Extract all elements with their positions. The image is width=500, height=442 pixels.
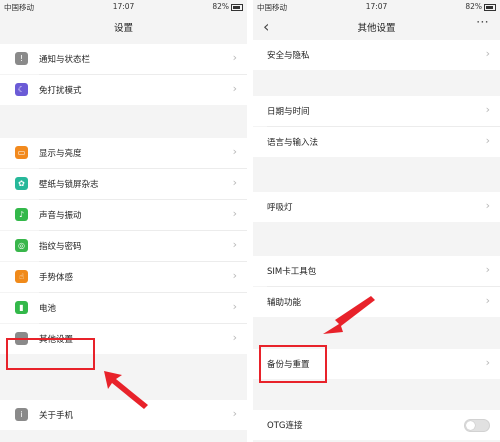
settings-item-label: 辅助功能 bbox=[267, 298, 302, 308]
chevron-right-icon: › bbox=[485, 103, 490, 116]
display-icon: ▭ bbox=[15, 146, 28, 159]
settings-item-label: 壁纸与锁屏杂志 bbox=[39, 180, 99, 190]
settings-item-breathing-light[interactable]: 呼吸灯 › bbox=[253, 192, 500, 222]
chevron-right-icon: › bbox=[485, 263, 490, 276]
status-time: 17:07 bbox=[365, 2, 388, 11]
settings-item-date-time[interactable]: 日期与时间 › bbox=[253, 96, 500, 126]
otg-toggle[interactable] bbox=[464, 419, 490, 432]
settings-item-language[interactable]: 语言与输入法 › bbox=[253, 127, 500, 157]
chevron-right-icon: › bbox=[232, 331, 237, 344]
settings-item-otg[interactable]: OTG连接 bbox=[253, 410, 500, 440]
highlight-box bbox=[6, 338, 95, 370]
settings-item-label: 通知与状态栏 bbox=[39, 55, 91, 65]
settings-item-battery[interactable]: ▮ 电池 › bbox=[0, 293, 247, 323]
settings-item-notification[interactable]: ! 通知与状态栏 › bbox=[0, 44, 247, 74]
chevron-right-icon: › bbox=[232, 176, 237, 189]
settings-item-label: 电池 bbox=[39, 304, 57, 314]
chevron-right-icon: › bbox=[485, 47, 490, 60]
red-arrow-icon bbox=[323, 296, 375, 334]
highlight-box bbox=[259, 345, 327, 383]
chevron-right-icon: › bbox=[232, 207, 237, 220]
battery-status: 82% bbox=[212, 2, 243, 11]
chevron-right-icon: › bbox=[485, 356, 490, 369]
chevron-right-icon: › bbox=[232, 269, 237, 282]
settings-item-label: 声音与振动 bbox=[39, 211, 82, 221]
settings-item-label: 免打扰模式 bbox=[39, 86, 82, 96]
sound-icon: ♪ bbox=[15, 208, 28, 221]
status-bar: 中国移动 17:07 82% bbox=[253, 0, 500, 13]
settings-item-label: 呼吸灯 bbox=[267, 203, 293, 213]
settings-header: 设置 bbox=[0, 13, 247, 41]
battery-percent: 82% bbox=[465, 2, 482, 11]
info-icon: i bbox=[15, 408, 28, 421]
page-title: 其他设置 bbox=[357, 23, 396, 34]
settings-item-dnd[interactable]: ☾ 免打扰模式 › bbox=[0, 75, 247, 105]
notification-icon: ! bbox=[15, 52, 28, 65]
status-bar: 中国移动 17:07 82% bbox=[0, 0, 247, 13]
other-settings-header: ‹ 其他设置 ⋯ bbox=[253, 13, 500, 41]
settings-item-label: 日期与时间 bbox=[267, 107, 310, 117]
battery-percent: 82% bbox=[212, 2, 229, 11]
chevron-right-icon: › bbox=[232, 407, 237, 420]
settings-item-fingerprint[interactable]: ◎ 指纹与密码 › bbox=[0, 231, 247, 261]
moon-icon: ☾ bbox=[15, 83, 28, 96]
other-settings-screen: 中国移动 17:07 82% ‹ 其他设置 ⋯ 安全与隐私 › 日期与时间 › … bbox=[253, 0, 500, 442]
settings-item-security[interactable]: 安全与隐私 › bbox=[253, 40, 500, 70]
battery-status: 82% bbox=[465, 2, 496, 11]
overflow-menu-icon[interactable]: ⋯ bbox=[476, 15, 490, 30]
chevron-right-icon: › bbox=[232, 51, 237, 64]
red-arrow-icon bbox=[104, 371, 148, 409]
settings-item-gesture[interactable]: ☝ 手势体感 › bbox=[0, 262, 247, 292]
gesture-icon: ☝ bbox=[15, 270, 28, 283]
settings-item-display[interactable]: ▭ 显示与亮度 › bbox=[0, 138, 247, 168]
chevron-right-icon: › bbox=[232, 238, 237, 251]
settings-item-label: 显示与亮度 bbox=[39, 149, 82, 159]
battery-icon bbox=[231, 3, 243, 11]
settings-screen: 中国移动 17:07 82% 设置 ! 通知与状态栏 › ☾ 免打扰模式 › ▭… bbox=[0, 0, 247, 442]
settings-item-label: 语言与输入法 bbox=[267, 138, 319, 148]
settings-item-label: SIM卡工具包 bbox=[267, 267, 317, 277]
chevron-right-icon: › bbox=[485, 294, 490, 307]
battery-icon: ▮ bbox=[15, 301, 28, 314]
settings-item-sim-toolkit[interactable]: SIM卡工具包 › bbox=[253, 256, 500, 286]
chevron-right-icon: › bbox=[485, 199, 490, 212]
page-title: 设置 bbox=[113, 23, 133, 34]
battery-icon bbox=[484, 3, 496, 11]
settings-item-sound[interactable]: ♪ 声音与振动 › bbox=[0, 200, 247, 230]
settings-item-label: 关于手机 bbox=[39, 411, 74, 421]
chevron-right-icon: › bbox=[232, 300, 237, 313]
chevron-right-icon: › bbox=[485, 134, 490, 147]
settings-item-label: OTG连接 bbox=[267, 421, 303, 431]
fingerprint-icon: ◎ bbox=[15, 239, 28, 252]
chevron-right-icon: › bbox=[232, 145, 237, 158]
settings-item-label: 手势体感 bbox=[39, 273, 74, 283]
wallpaper-icon: ✿ bbox=[15, 177, 28, 190]
settings-item-wallpaper[interactable]: ✿ 壁纸与锁屏杂志 › bbox=[0, 169, 247, 199]
settings-item-label: 安全与隐私 bbox=[267, 51, 310, 61]
chevron-right-icon: › bbox=[232, 82, 237, 95]
status-time: 17:07 bbox=[112, 2, 135, 11]
settings-item-label: 指纹与密码 bbox=[39, 242, 82, 252]
